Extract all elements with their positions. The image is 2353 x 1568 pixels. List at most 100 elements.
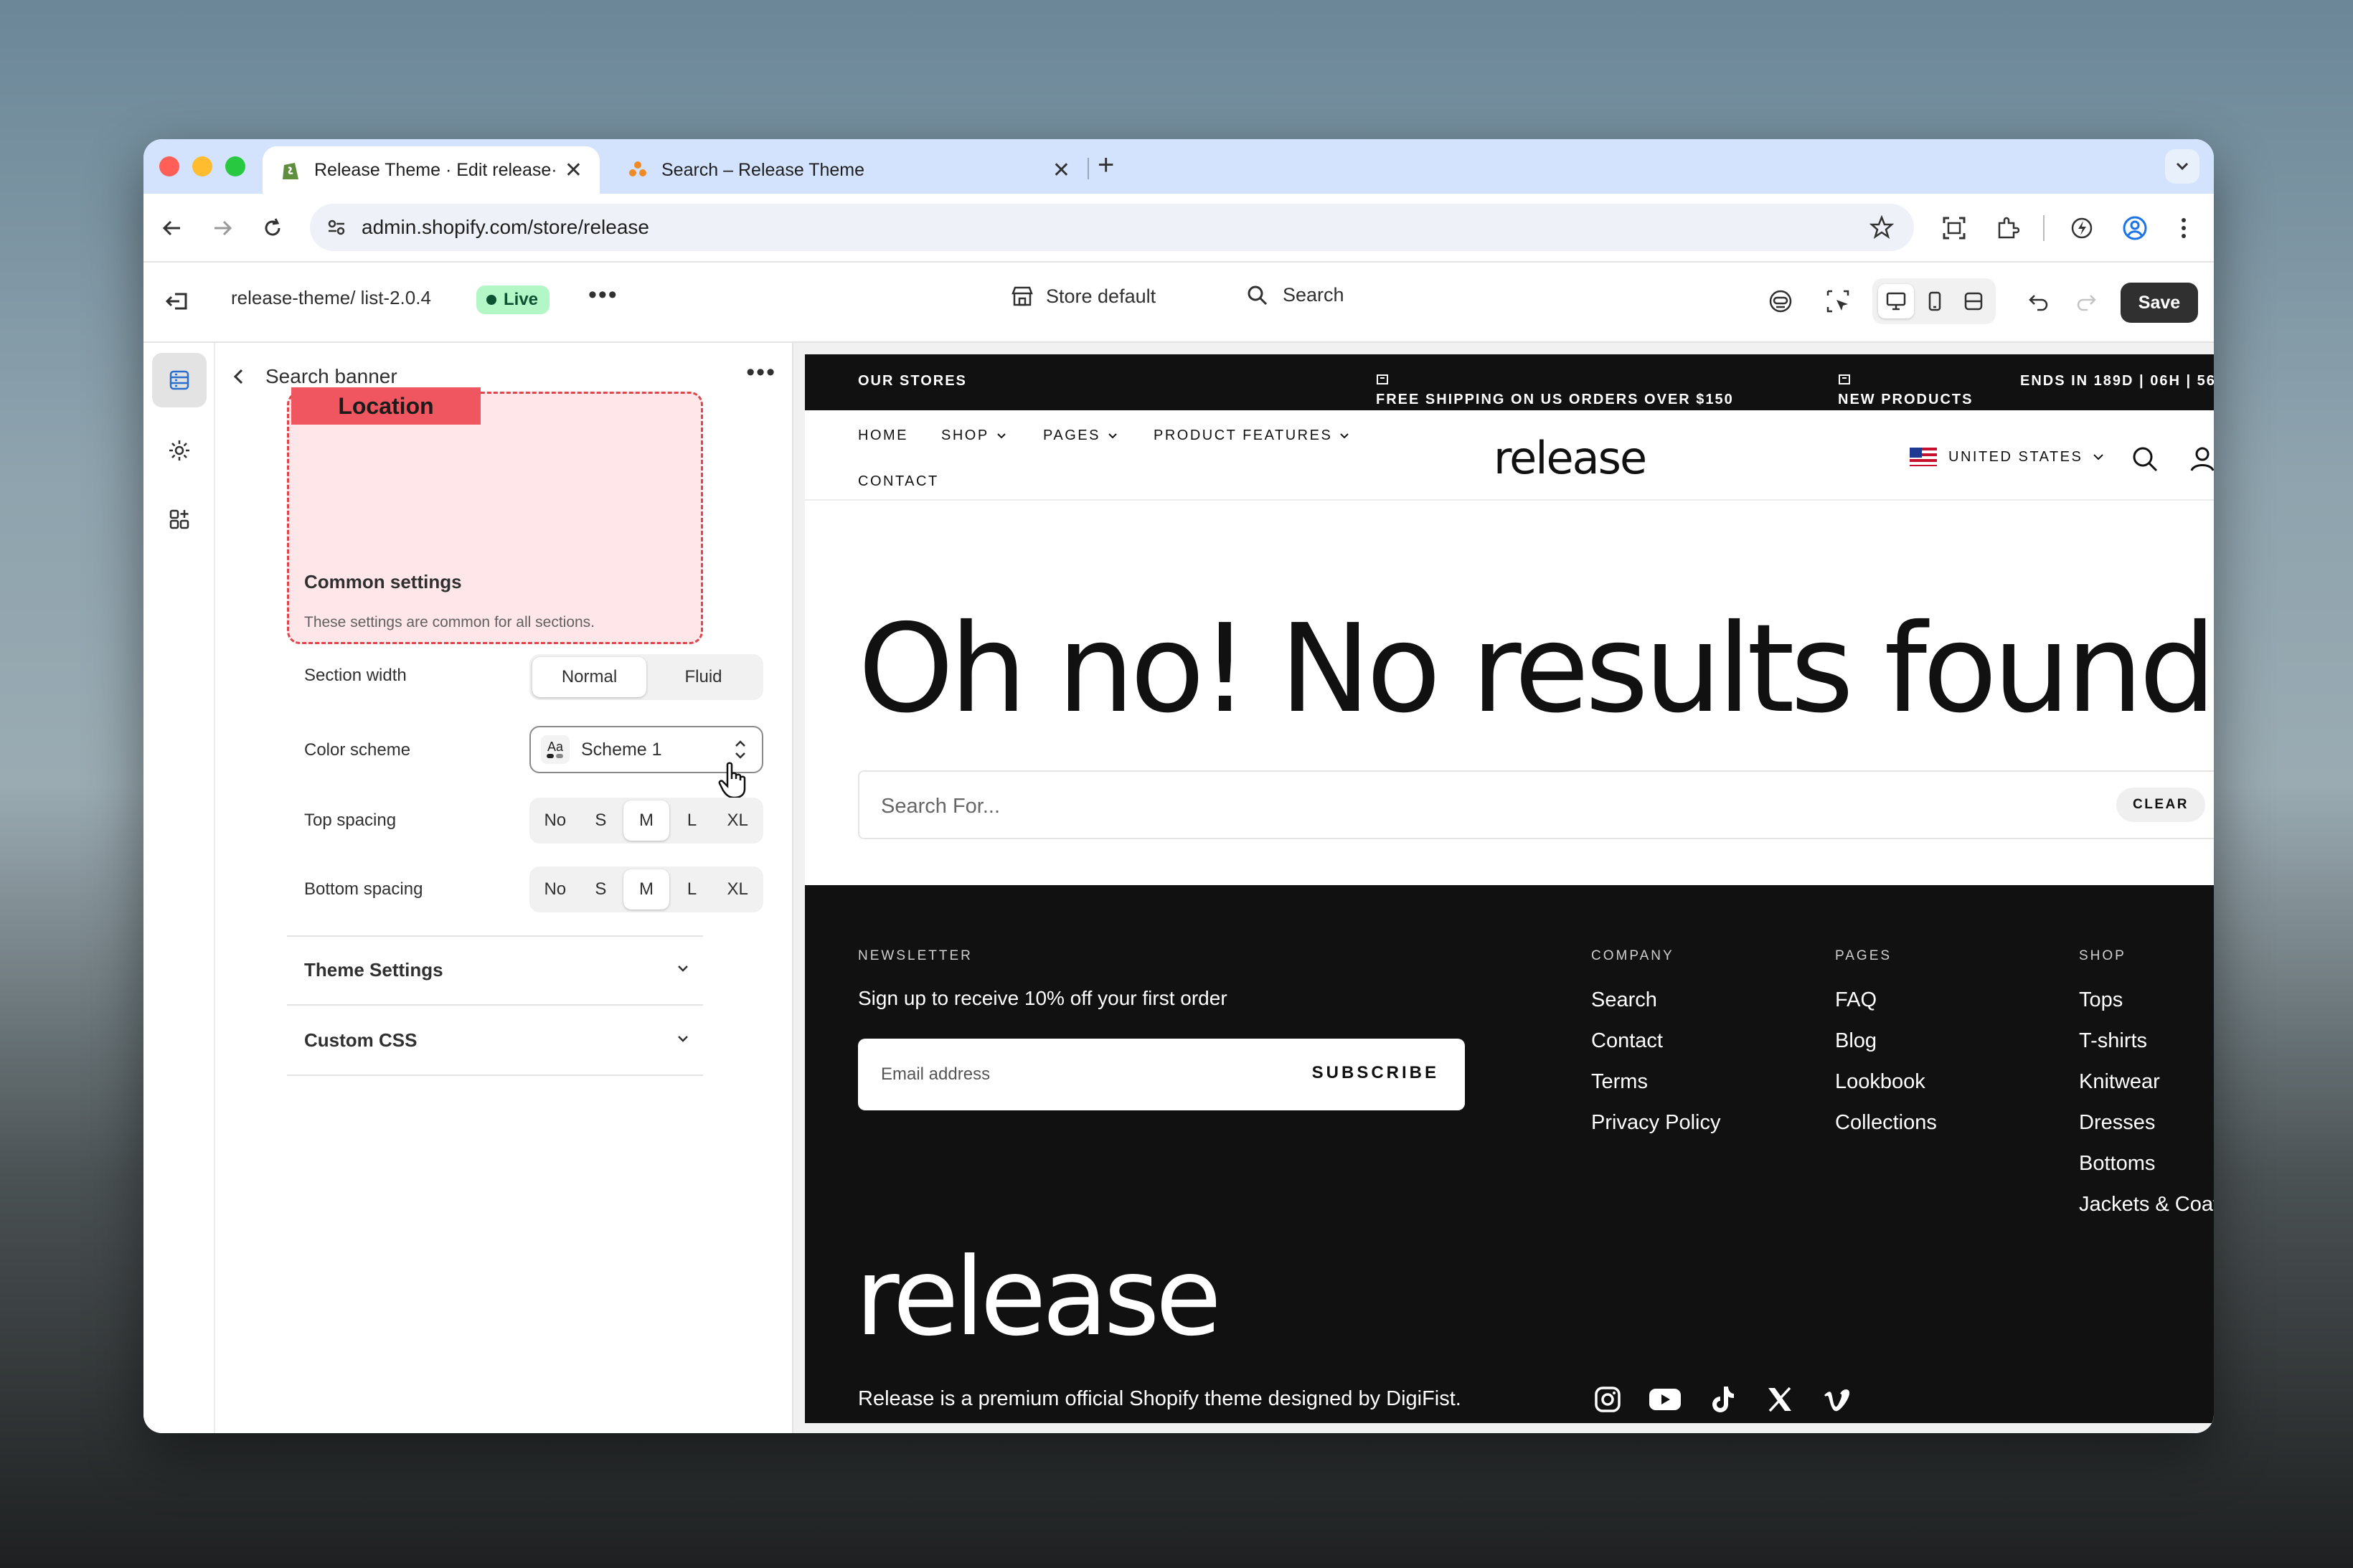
tiktok-icon[interactable] [1704, 1382, 1740, 1417]
store-search-icon[interactable] [2129, 443, 2161, 475]
custom-css-collapsible[interactable]: Custom CSS [304, 1026, 692, 1054]
redo-icon[interactable] [2070, 285, 2102, 317]
footer-link[interactable]: Blog [1835, 1029, 1877, 1053]
device-preview-toggle [1872, 278, 1996, 324]
tab-release-theme-editor[interactable]: Release Theme · Edit release· ✕ [263, 146, 600, 194]
footer-link[interactable]: T-shirts [2079, 1029, 2147, 1053]
theme-name[interactable]: release-theme/ list-2.0.4 [231, 287, 431, 309]
tab-title: Release Theme · Edit release· [314, 159, 556, 180]
apps-nav-button[interactable] [152, 492, 207, 547]
performance-icon[interactable] [2066, 212, 2098, 244]
tab-title: Search – Release Theme [661, 159, 865, 180]
new-tab-button[interactable]: + [1098, 151, 1114, 179]
subscribe-button[interactable]: SUBSCRIBE [1312, 1063, 1439, 1083]
top-spacing-s[interactable]: S [578, 800, 624, 841]
sections-nav-button[interactable] [152, 353, 207, 407]
top-spacing-l[interactable]: L [669, 800, 715, 841]
live-status-badge: Live [476, 285, 550, 314]
footer-link[interactable]: Jackets & Coats [2079, 1193, 2214, 1217]
back-button[interactable] [156, 212, 188, 244]
color-scheme-value: Scheme 1 [581, 739, 662, 760]
desktop-preview-icon[interactable] [1878, 284, 1914, 318]
browser-menu-icon[interactable] [2168, 212, 2199, 244]
ai-assistant-icon[interactable] [1765, 285, 1796, 317]
instagram-icon[interactable] [1590, 1382, 1626, 1417]
clear-button[interactable]: CLEAR [2116, 788, 2205, 822]
youtube-icon[interactable] [1647, 1382, 1683, 1417]
address-bar[interactable]: admin.shopify.com/store/release [310, 204, 1914, 251]
minimize-window-button[interactable] [192, 156, 212, 176]
search-input[interactable] [881, 790, 1957, 822]
bookmark-star-icon[interactable] [1869, 214, 1895, 243]
nav-home[interactable]: HOME [858, 428, 908, 444]
new-products-link[interactable]: NEW PRODUCTS [1838, 373, 1971, 407]
footer-link[interactable]: Bottoms [2079, 1152, 2155, 1176]
theme-actions-more-button[interactable]: ••• [588, 281, 618, 309]
tab-search-release-theme[interactable]: Search – Release Theme ✕ [610, 146, 1088, 194]
footer-link[interactable]: Terms [1591, 1070, 1648, 1094]
extensions-icon[interactable] [1991, 212, 2023, 244]
bottom-spacing-m[interactable]: M [623, 869, 669, 910]
section-width-normal[interactable]: Normal [532, 657, 646, 697]
x-icon[interactable] [1762, 1382, 1798, 1417]
footer-link[interactable]: Contact [1591, 1029, 1663, 1053]
bottom-spacing-xl[interactable]: XL [715, 869, 760, 910]
close-window-button[interactable] [159, 156, 179, 176]
theme-settings-nav-button[interactable] [152, 423, 207, 478]
email-field[interactable]: Email address [881, 1064, 990, 1085]
store-logo[interactable]: release [1494, 432, 1647, 484]
footer-link[interactable]: Lookbook [1835, 1070, 1925, 1094]
close-tab-icon[interactable]: ✕ [565, 158, 583, 183]
fullscreen-preview-icon[interactable] [1956, 284, 1991, 318]
inspector-select-icon[interactable] [1822, 285, 1854, 317]
exit-editor-icon[interactable] [164, 287, 192, 319]
top-spacing-xl[interactable]: XL [715, 800, 760, 841]
section-more-button[interactable]: ••• [746, 359, 776, 387]
footer-link[interactable]: Tops [2079, 988, 2123, 1012]
tab-search-menu-button[interactable] [2165, 149, 2199, 184]
template-selector[interactable]: Store default [1010, 284, 1156, 308]
us-flag-icon [1910, 448, 1937, 466]
storefront-preview: OUR STORES FREE SHIPPING ON US ORDERS OV… [805, 354, 2214, 1423]
footer-link[interactable]: FAQ [1835, 988, 1877, 1012]
close-tab-icon[interactable]: ✕ [1052, 158, 1070, 183]
vimeo-icon[interactable] [1819, 1382, 1855, 1417]
toolbar-separator [2043, 215, 2045, 241]
store-header: HOME SHOP PAGES PRODUCT FEATURES CONTACT… [805, 410, 2214, 501]
theme-settings-collapsible[interactable]: Theme Settings [304, 955, 692, 984]
bottom-spacing-no[interactable]: No [532, 869, 578, 910]
screenshot-icon[interactable] [1938, 212, 1970, 244]
nav-pages[interactable]: PAGES [1043, 428, 1118, 444]
top-spacing-toggle: No S M L XL [529, 798, 763, 844]
bottom-spacing-s[interactable]: S [578, 869, 624, 910]
profile-avatar-icon[interactable] [2119, 212, 2151, 244]
nav-product-features[interactable]: PRODUCT FEATURES [1154, 428, 1349, 444]
account-icon[interactable] [2187, 443, 2214, 475]
custom-css-label: Custom CSS [304, 1029, 418, 1051]
forward-button[interactable] [207, 212, 238, 244]
nav-contact[interactable]: CONTACT [858, 473, 939, 490]
editor-search-button[interactable]: Search [1247, 284, 1344, 306]
region-selector[interactable]: UNITED STATES [1910, 448, 2104, 466]
nav-shop[interactable]: SHOP [941, 428, 1006, 444]
save-button[interactable]: Save [2121, 283, 2198, 323]
top-spacing-no[interactable]: No [532, 800, 578, 841]
mobile-preview-icon[interactable] [1917, 284, 1953, 318]
footer-link[interactable]: Search [1591, 988, 1657, 1012]
reload-button[interactable] [257, 212, 288, 244]
bottom-spacing-l[interactable]: L [669, 869, 715, 910]
maximize-window-button[interactable] [225, 156, 245, 176]
section-width-fluid[interactable]: Fluid [646, 657, 760, 697]
nav-shop-label: SHOP [941, 428, 989, 443]
our-stores-link[interactable]: OUR STORES [858, 373, 967, 389]
store-icon [1012, 286, 1033, 306]
top-spacing-m[interactable]: M [623, 800, 669, 841]
divider [287, 935, 703, 937]
footer-link[interactable]: Privacy Policy [1591, 1111, 1721, 1135]
footer-link[interactable]: Dresses [2079, 1111, 2155, 1135]
divider [287, 1075, 703, 1076]
footer-link[interactable]: Collections [1835, 1111, 1937, 1135]
undo-icon[interactable] [2023, 285, 2055, 317]
footer-link[interactable]: Knitwear [2079, 1070, 2160, 1094]
back-chevron-icon[interactable] [231, 367, 247, 386]
